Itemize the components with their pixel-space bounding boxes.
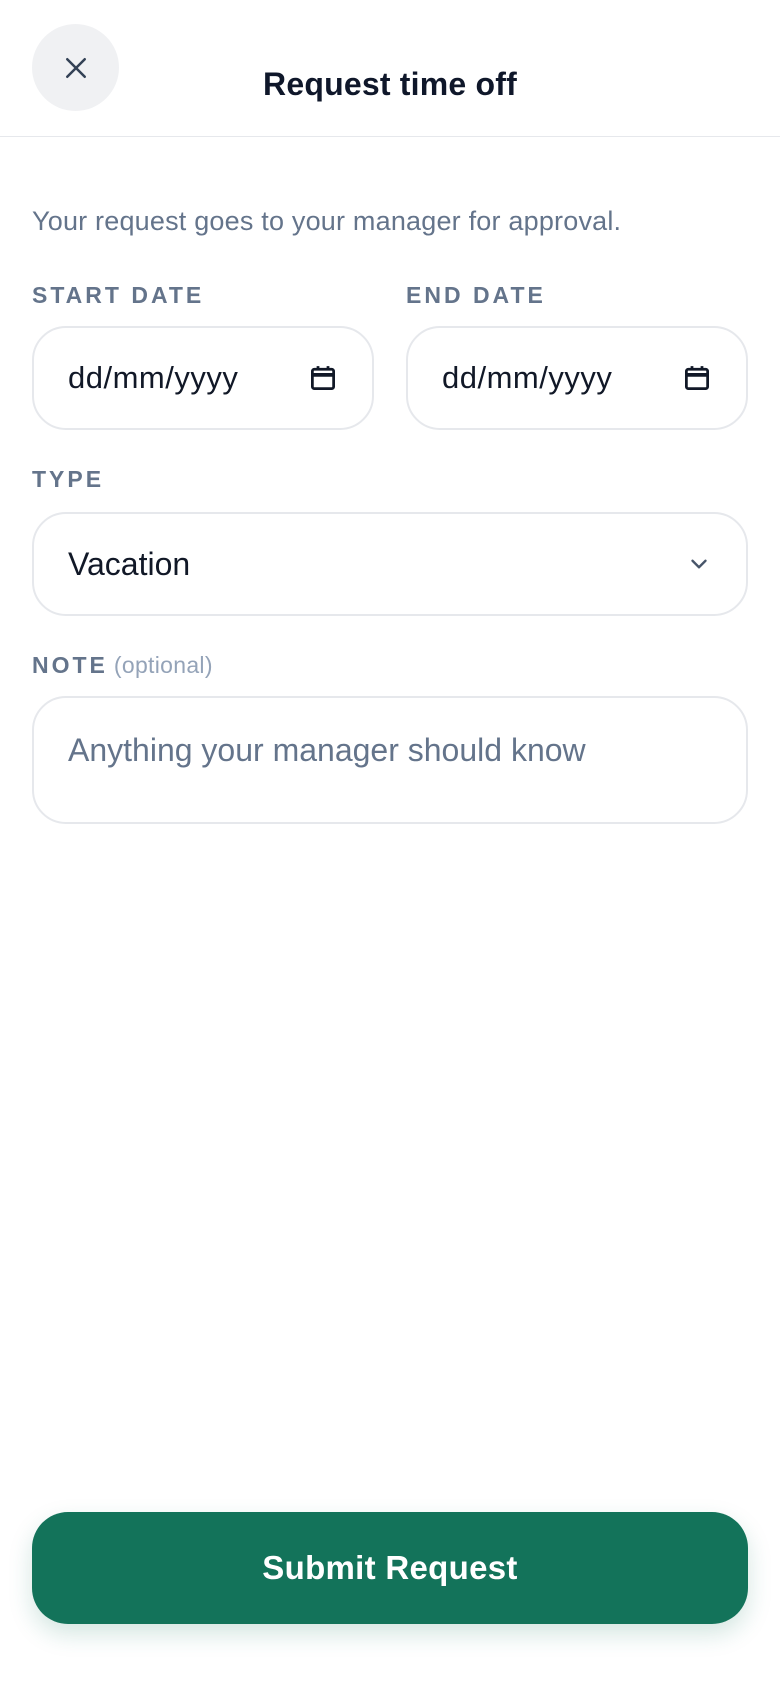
chevron-down-icon (686, 551, 712, 577)
intro-text: Your request goes to your manager for ap… (32, 206, 622, 236)
type-label: TYPE (32, 466, 105, 492)
end-date-value: dd/mm/yyyy (442, 360, 613, 395)
end-date-label: END DATE (406, 282, 546, 308)
note-placeholder: Anything your manager should know (68, 732, 586, 768)
note-optional-hint: (optional) (113, 652, 213, 678)
page-title: Request time off (263, 66, 517, 102)
note-textarea[interactable]: Anything your manager should know (32, 696, 748, 824)
type-select-value: Vacation (68, 545, 191, 582)
submit-request-button[interactable]: Submit Request (32, 1512, 748, 1624)
end-date-field[interactable]: dd/mm/yyyy (406, 326, 748, 430)
submit-request-label: Submit Request (262, 1549, 518, 1586)
calendar-icon[interactable] (308, 363, 338, 393)
header: Request time off (0, 0, 780, 137)
note-label-text: NOTE (32, 652, 108, 678)
note-label: NOTE (optional) (32, 652, 213, 679)
start-date-field[interactable]: dd/mm/yyyy (32, 326, 374, 430)
type-select[interactable]: Vacation (32, 512, 748, 616)
start-date-value: dd/mm/yyyy (68, 360, 239, 395)
calendar-icon[interactable] (682, 363, 712, 393)
start-date-label: START DATE (32, 282, 205, 308)
request-time-off-screen: Request time off Your request goes to yo… (0, 0, 780, 1688)
